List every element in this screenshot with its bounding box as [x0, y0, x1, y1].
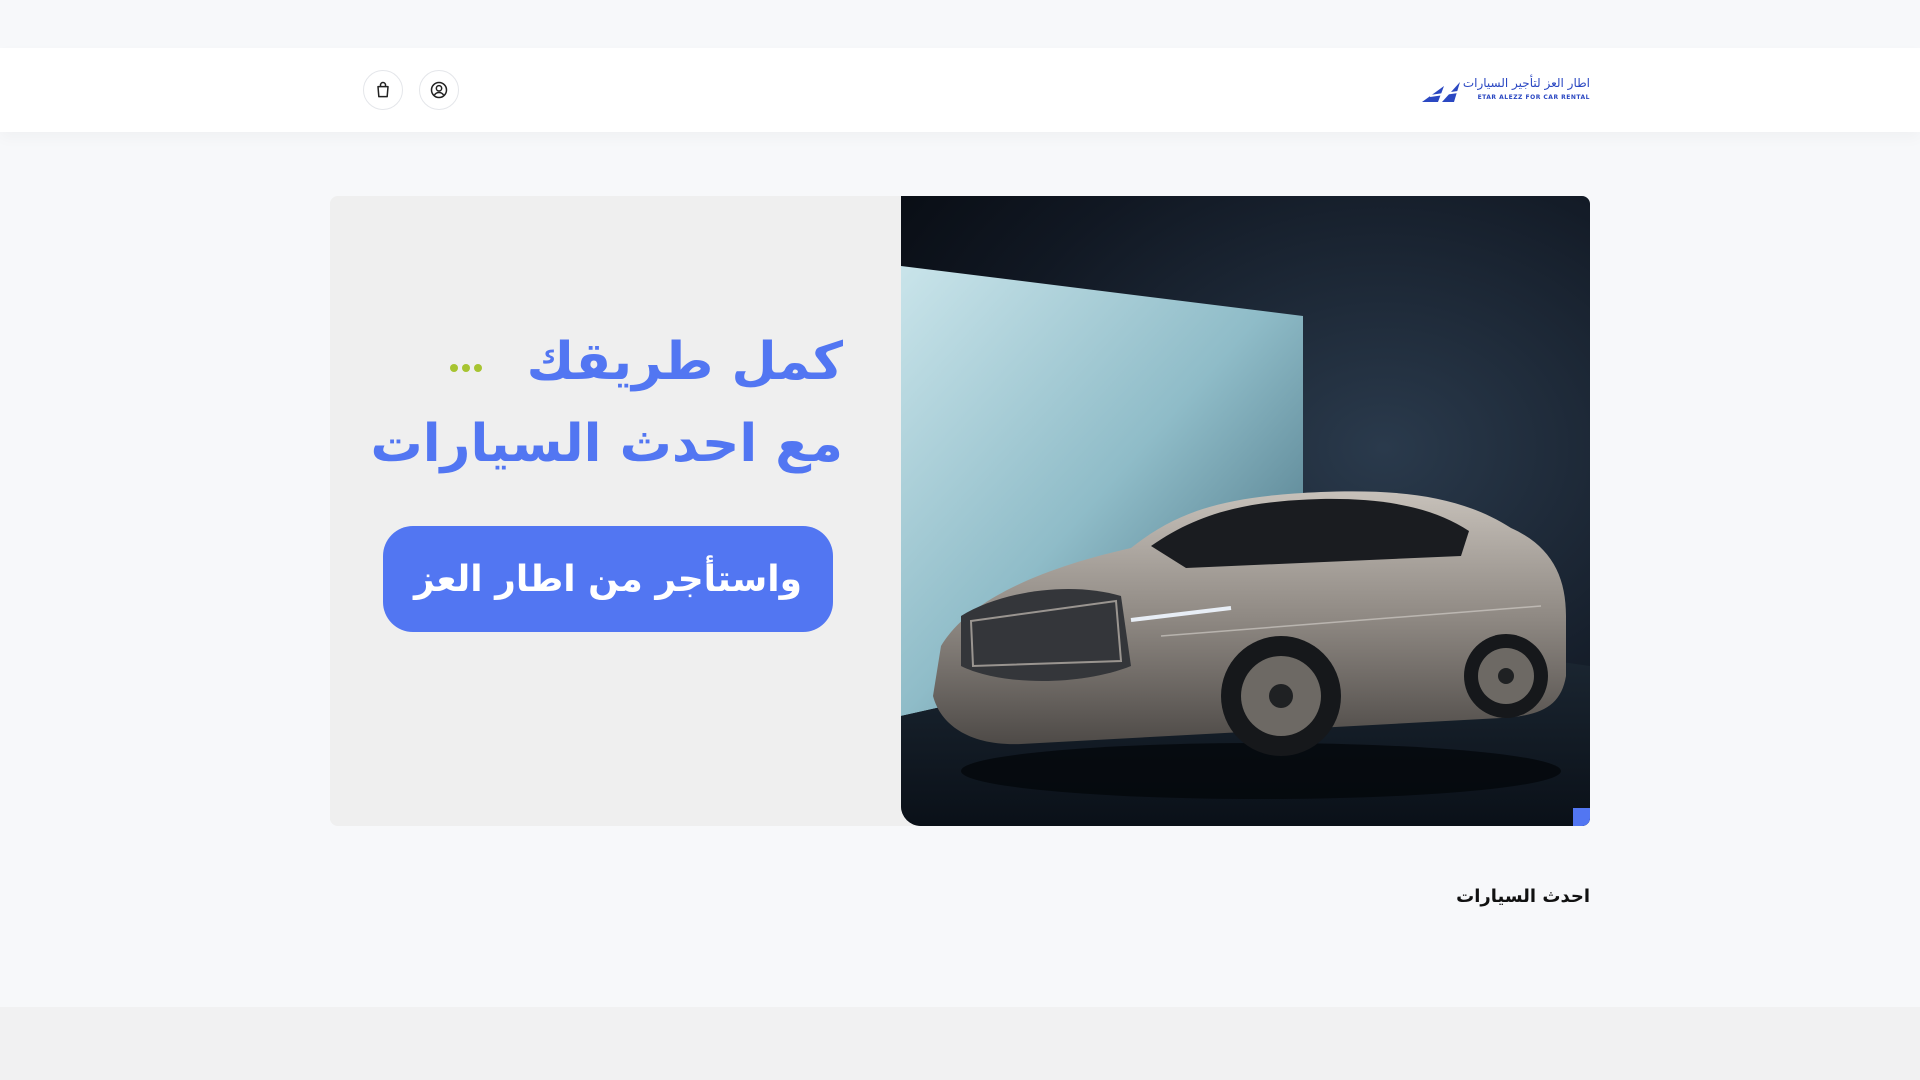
- logo-text-arabic: اطار العز لتأجير السيارات: [1462, 76, 1590, 90]
- hero-text-panel: كمل طريقك مع احدث السيارات واستأجر من اط…: [330, 196, 901, 826]
- dot: [450, 364, 458, 372]
- user-icon: [430, 81, 448, 99]
- cart-button[interactable]: [363, 70, 403, 110]
- logo-mark-icon: [1422, 82, 1460, 102]
- hero-headline-line1: كمل طريقك: [526, 332, 843, 392]
- site-footer: [0, 1007, 1920, 1080]
- account-button[interactable]: [419, 70, 459, 110]
- logo-text-english: ETAR ALEZZ FOR CAR RENTAL: [1477, 94, 1590, 101]
- car-illustration: [901, 266, 1590, 826]
- shopping-bag-icon: [377, 81, 389, 98]
- latest-cars-heading: احدث السيارات: [1456, 886, 1590, 907]
- site-logo[interactable]: اطار العز لتأجير السيارات ETAR ALEZZ FOR…: [1418, 76, 1590, 106]
- hero-banner: كمل طريقك مع احدث السيارات واستأجر من اط…: [330, 196, 1590, 826]
- hero-car-image: [901, 196, 1590, 826]
- hero-headline-line2: مع احدث السيارات: [370, 414, 843, 474]
- site-header: اطار العز لتأجير السيارات ETAR ALEZZ FOR…: [0, 48, 1920, 132]
- decorative-dots: [450, 364, 490, 376]
- rent-now-button[interactable]: واستأجر من اطار العز: [383, 526, 833, 632]
- dot: [462, 364, 470, 372]
- dot: [474, 364, 482, 372]
